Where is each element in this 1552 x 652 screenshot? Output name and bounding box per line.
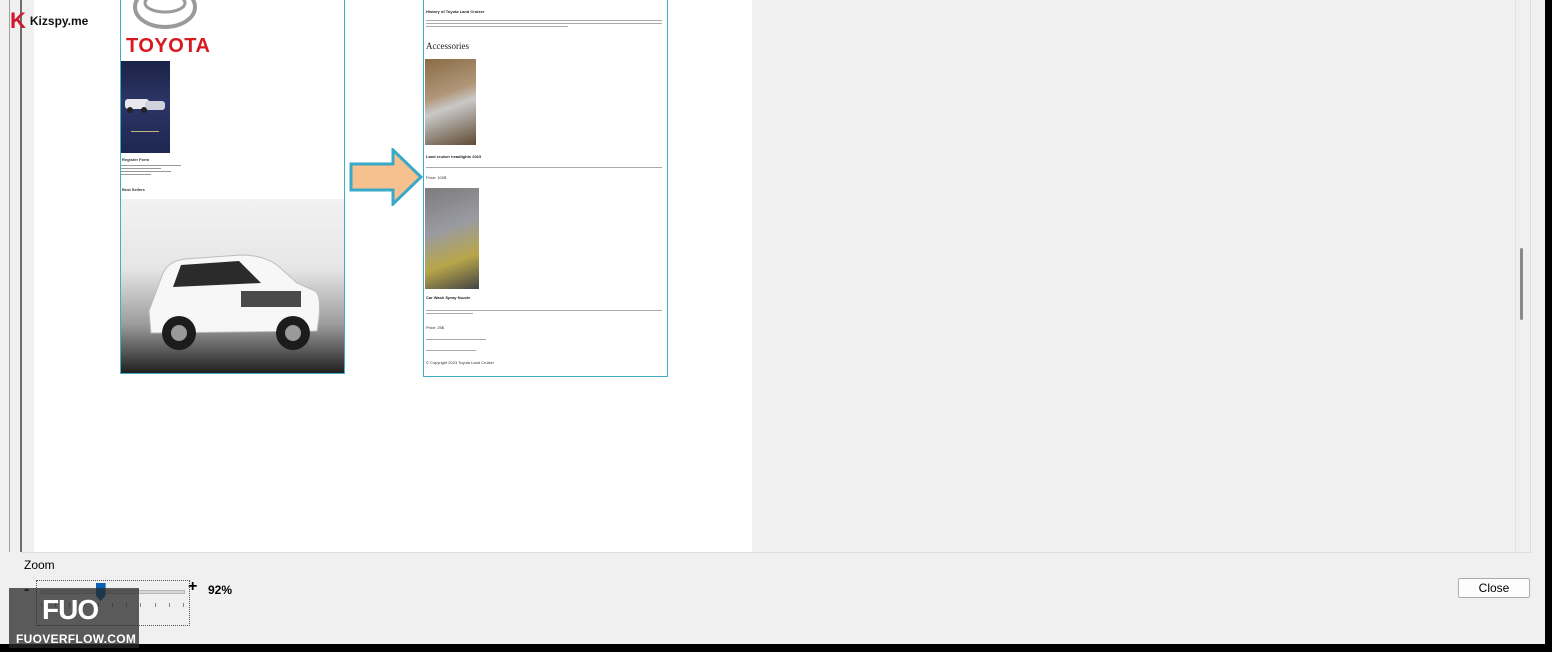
slider-tick: [140, 603, 142, 607]
zoom-percentage: 92%: [208, 583, 233, 597]
text-lines: [121, 165, 181, 177]
close-button[interactable]: Close: [1458, 578, 1530, 598]
contact-line: [426, 337, 486, 342]
kizspy-watermark: K Kizspy.me: [10, 10, 88, 32]
suv-illustration-icon: [148, 254, 320, 350]
scrollbar-thumb[interactable]: [1520, 248, 1523, 320]
slider-tick: [154, 603, 156, 607]
fuoverflow-watermark: FUO FUOVERFLOW.COM: [9, 588, 139, 648]
after-screenshot-panel: History of Toyota Land Cruiser Accessori…: [423, 0, 668, 377]
item2-description: [426, 308, 662, 316]
land-cruiser-photo: [121, 199, 344, 373]
item2-price: Price: 25$: [426, 325, 445, 330]
contact-line: [426, 348, 476, 353]
fuoverflow-text: FUOVERFLOW.COM: [16, 632, 137, 646]
brochure-caption: Register Form: [122, 157, 150, 162]
slider-tick: [168, 603, 170, 607]
kizspy-text: Kizspy.me: [29, 14, 89, 28]
spray-nozzle-photo: [425, 188, 479, 289]
fuo-logo-icon: FUO: [42, 594, 99, 625]
kizspy-logo-icon: K: [10, 8, 26, 33]
footer-text: © Copyright 2023 Toyota Land Cruiser: [426, 360, 495, 365]
brand-wordmark: TOYOTA: [126, 35, 211, 57]
item1-title: Land cruiser headlights 2023: [426, 154, 482, 159]
toyota-emblem-icon: [133, 0, 197, 29]
item1-description: [426, 165, 662, 170]
item1-price: Price: 100$: [426, 175, 447, 180]
brochure-car-icon: [125, 99, 165, 132]
window-left-border: [0, 0, 9, 552]
divider-line: [9, 0, 10, 552]
zoom-in-button[interactable]: +: [188, 578, 197, 596]
item2-title: Car Wash Spray Nozzle: [426, 295, 471, 300]
before-screenshot-panel: TOYOTA Register Form Best Sellers: [120, 0, 345, 374]
zoom-label: Zoom: [24, 558, 55, 572]
headlight-photo: [425, 59, 476, 145]
brochure-image: [121, 61, 170, 153]
history-heading: History of Toyota Land Cruiser: [426, 9, 485, 14]
accessories-heading: Accessories: [426, 41, 469, 51]
history-text: [426, 18, 662, 29]
slider-tick: [183, 603, 184, 607]
print-preview-window: K Kizspy.me TOYOTA Register Form Best Se…: [0, 0, 1545, 648]
arrow-right-icon: [349, 148, 423, 206]
best-sellers-label: Best Sellers: [122, 187, 145, 192]
